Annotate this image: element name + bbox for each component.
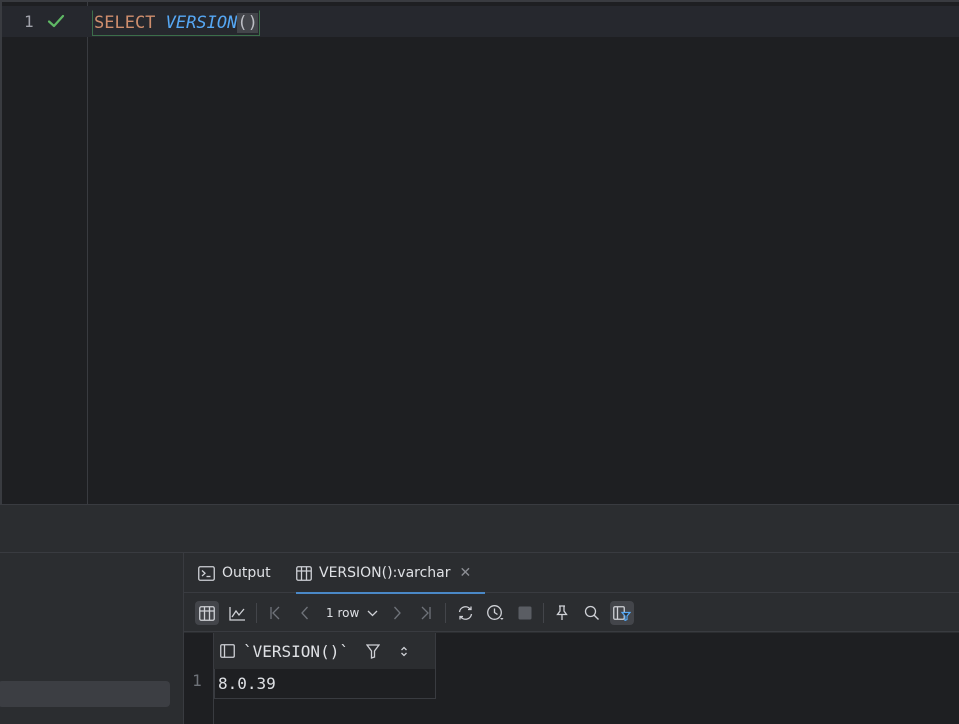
editor-gutter bbox=[2, 2, 88, 504]
filter-panel-icon[interactable] bbox=[610, 601, 634, 625]
code-line-1[interactable]: SELECT VERSION() bbox=[92, 10, 260, 36]
rows-count-label: 1 row bbox=[326, 606, 360, 620]
last-page-icon[interactable] bbox=[414, 601, 438, 625]
console-icon bbox=[198, 565, 215, 581]
tab-output[interactable]: Output bbox=[198, 553, 271, 593]
close-icon[interactable]: ✕ bbox=[460, 565, 472, 581]
result-cell[interactable]: 8.0.39 bbox=[214, 669, 436, 699]
sql-parentheses: () bbox=[237, 13, 258, 33]
chevron-down-icon bbox=[367, 610, 378, 616]
previous-page-icon[interactable] bbox=[293, 601, 317, 625]
sql-function-version: VERSION bbox=[165, 13, 238, 33]
chart-view-icon[interactable] bbox=[225, 601, 249, 625]
column-panel-icon bbox=[220, 644, 235, 658]
result-grid: `VERSION()` 1 8.0.39 bbox=[184, 633, 959, 724]
rows-dropdown[interactable]: 1 row bbox=[326, 601, 378, 625]
tab-version-result[interactable]: VERSION():varchar ✕ bbox=[296, 553, 486, 594]
panel-splitter[interactable] bbox=[0, 504, 959, 552]
pin-icon[interactable] bbox=[550, 601, 574, 625]
tab-version-result-label: VERSION():varchar bbox=[319, 565, 451, 581]
row-number: 1 bbox=[192, 671, 202, 690]
results-toolbar: 1 row bbox=[184, 594, 959, 632]
selected-tree-item[interactable] bbox=[0, 681, 170, 707]
reload-icon[interactable] bbox=[453, 601, 477, 625]
column-header-version[interactable]: `VERSION()` bbox=[214, 633, 436, 669]
execution-success-check-icon bbox=[47, 12, 65, 34]
first-page-icon[interactable] bbox=[263, 601, 287, 625]
table-icon bbox=[296, 565, 312, 581]
next-page-icon[interactable] bbox=[385, 601, 409, 625]
sort-icon[interactable] bbox=[400, 646, 408, 657]
search-icon[interactable] bbox=[580, 601, 604, 625]
history-clock-icon[interactable] bbox=[483, 601, 507, 625]
stop-icon[interactable] bbox=[513, 601, 537, 625]
sql-keyword-select: SELECT bbox=[94, 13, 156, 33]
filter-icon[interactable] bbox=[366, 643, 380, 659]
sql-editor[interactable]: 1 SELECT VERSION() bbox=[0, 0, 959, 504]
line-number: 1 bbox=[24, 12, 34, 31]
results-tab-bar: Output VERSION():varchar ✕ bbox=[184, 553, 959, 594]
table-view-icon[interactable] bbox=[195, 601, 219, 625]
results-pane: Output VERSION():varchar ✕ 1 row `VERSIO… bbox=[184, 552, 959, 724]
services-tree-pane bbox=[0, 552, 184, 724]
column-header-label: `VERSION()` bbox=[243, 641, 349, 661]
tab-output-label: Output bbox=[222, 565, 271, 581]
